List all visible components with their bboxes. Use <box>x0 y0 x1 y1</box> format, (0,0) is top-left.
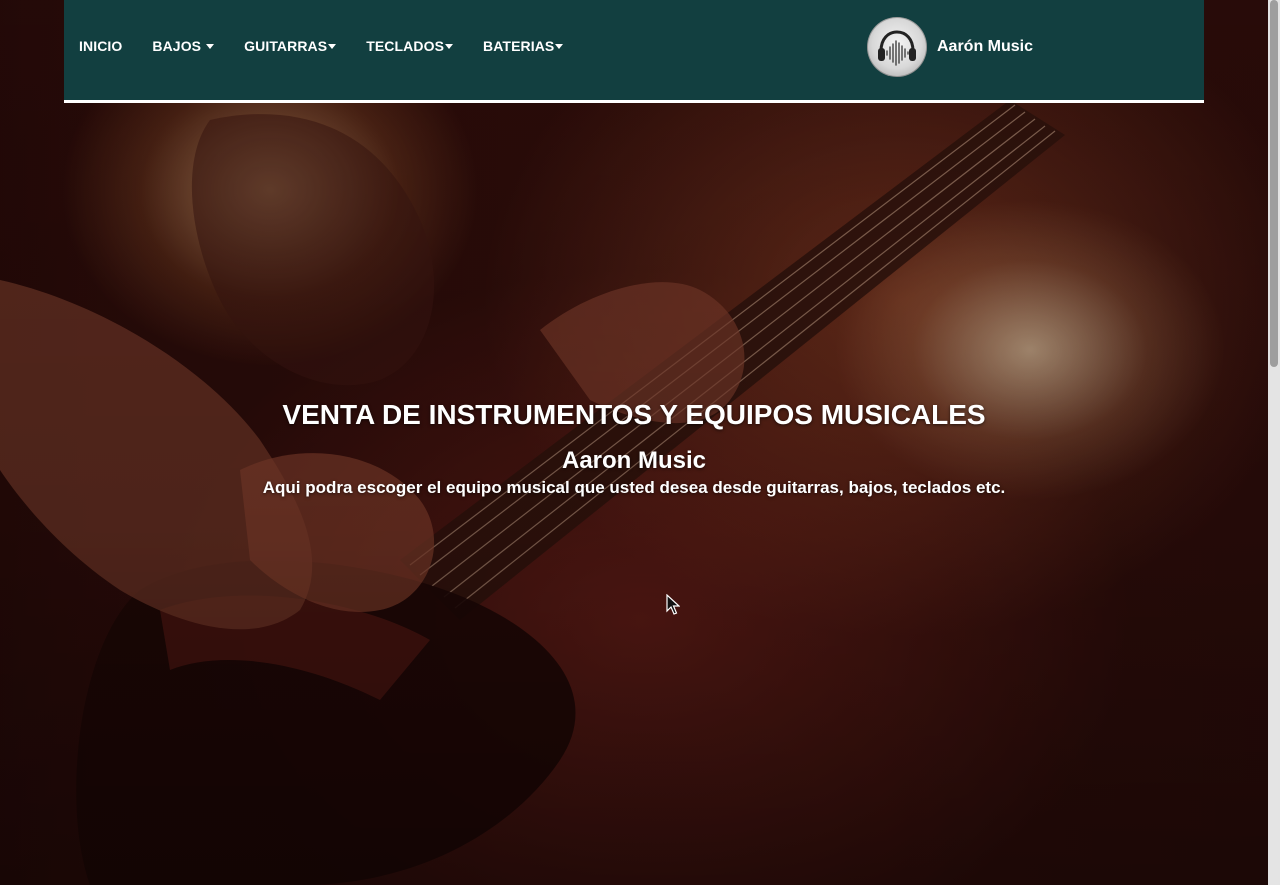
nav-item-label: INICIO <box>79 38 123 54</box>
brand-link[interactable]: Aarón Music <box>867 17 1033 77</box>
caret-down-icon <box>206 44 215 49</box>
top-navbar: INICIO BAJOS GUITARRAS TECLADOS BATERIAS <box>64 0 1204 103</box>
headphones-soundwave-icon <box>867 17 927 77</box>
caret-down-icon <box>445 44 454 49</box>
nav-item-baterias[interactable]: BATERIAS <box>483 36 564 56</box>
hero-subtitle: Aaron Music <box>561 447 707 474</box>
nav-item-label: BATERIAS <box>483 38 555 54</box>
vertical-scrollbar[interactable] <box>1268 0 1280 885</box>
hero-content: VENTA DE INSTRUMENTOS Y EQUIPOS MUSICALE… <box>0 396 1268 500</box>
nav-item-label: BAJOS <box>152 38 202 54</box>
scrollbar-thumb[interactable] <box>1270 0 1278 367</box>
hero-title: VENTA DE INSTRUMENTOS Y EQUIPOS MUSICALE… <box>282 399 986 430</box>
caret-down-icon <box>328 44 337 49</box>
nav-item-label: GUITARRAS <box>244 38 328 54</box>
nav-item-teclados[interactable]: TECLADOS <box>366 36 454 56</box>
nav-item-guitarras[interactable]: GUITARRAS <box>244 36 337 56</box>
nav-menu: INICIO BAJOS GUITARRAS TECLADOS BATERIAS <box>79 36 564 56</box>
nav-item-bajos[interactable]: BAJOS <box>152 36 215 56</box>
caret-down-icon <box>555 44 564 49</box>
brand-name: Aarón Music <box>937 38 1034 55</box>
mouse-pointer-icon <box>666 593 681 621</box>
nav-item-inicio[interactable]: INICIO <box>79 36 122 56</box>
nav-item-label: TECLADOS <box>366 38 445 54</box>
hero-description: Aqui podra escoger el equipo musical que… <box>262 478 1006 497</box>
